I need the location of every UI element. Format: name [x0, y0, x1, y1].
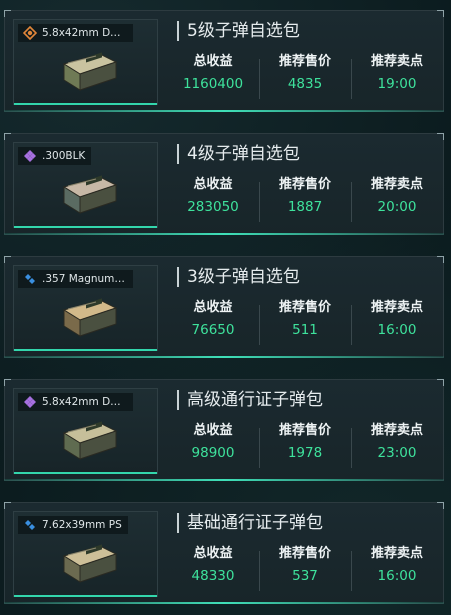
- item-slot[interactable]: 7.62x39mm PS: [13, 511, 158, 597]
- blue-rarity-icon: [23, 272, 37, 286]
- item-name-tag: 5.8x42mm DVC12: [18, 24, 133, 42]
- stat-value: 48330: [191, 568, 235, 584]
- total-revenue-stat: 总收益 1160400: [167, 51, 259, 93]
- stat-value: 1160400: [182, 76, 244, 92]
- stat-value: 511: [292, 322, 318, 338]
- item-name: 5.8x42mm DVC12: [42, 27, 133, 39]
- recommended-price-stat: 推荐售价 511: [259, 297, 351, 339]
- ammo-box-icon: [62, 421, 118, 460]
- stat-label: 推荐售价: [278, 423, 331, 438]
- stats-row: 总收益 1160400 推荐售价 4835 推荐卖点 19:00: [167, 51, 443, 107]
- total-revenue-stat: 总收益 76650: [167, 297, 259, 339]
- item-slot[interactable]: 5.8x42mm DVC12: [13, 19, 158, 105]
- item-name-tag: 7.62x39mm PS: [18, 516, 128, 534]
- total-revenue-stat: 总收益 283050: [167, 174, 259, 216]
- ammo-box-icon: [62, 52, 118, 91]
- corner-decoration: [437, 10, 444, 17]
- stats-row: 总收益 48330 推荐售价 537 推荐卖点 16:00: [167, 543, 443, 599]
- stats-row: 总收益 283050 推荐售价 1887 推荐卖点 20:00: [167, 174, 443, 230]
- stat-value: 98900: [191, 445, 235, 461]
- item-slot[interactable]: .300BLK: [13, 142, 158, 228]
- stat-value: 16:00: [377, 322, 417, 338]
- purple-rarity-icon: [23, 149, 37, 163]
- corner-decoration: [4, 133, 11, 140]
- item-name-tag: 5.8x42mm DBP10: [18, 393, 133, 411]
- recommended-sell-time-stat: 推荐卖点 23:00: [351, 420, 443, 462]
- stat-value: 19:00: [377, 76, 417, 92]
- stat-label: 推荐卖点: [370, 423, 423, 438]
- recommended-sell-time-stat: 推荐卖点 19:00: [351, 51, 443, 93]
- stat-label: 总收益: [193, 546, 233, 561]
- pack-card[interactable]: 5.8x42mm DVC12 5级子弹自选包 总收益 1160400 推荐售价 …: [4, 10, 444, 112]
- ammo-box-icon: [62, 544, 118, 583]
- stats-row: 总收益 76650 推荐售价 511 推荐卖点 16:00: [167, 297, 443, 353]
- stat-label: 推荐售价: [278, 546, 331, 561]
- orange-rarity-icon: [22, 25, 38, 41]
- stat-label: 推荐卖点: [370, 300, 423, 315]
- item-name: 7.62x39mm PS: [42, 519, 122, 531]
- stat-label: 总收益: [193, 300, 233, 315]
- stat-label: 推荐售价: [278, 177, 331, 192]
- item-name: 5.8x42mm DBP10: [42, 396, 133, 408]
- corner-decoration: [437, 133, 444, 140]
- stat-value: 1978: [287, 445, 323, 461]
- corner-decoration: [4, 379, 11, 386]
- pack-title: 5级子弹自选包: [177, 21, 300, 41]
- stat-value: 23:00: [377, 445, 417, 461]
- stat-value: 4835: [287, 76, 323, 92]
- stat-value: 1887: [287, 199, 323, 215]
- stat-label: 推荐卖点: [370, 177, 423, 192]
- pack-card[interactable]: .300BLK 4级子弹自选包 总收益 283050 推荐售价 1887 推荐卖…: [4, 133, 444, 235]
- corner-decoration: [4, 502, 11, 509]
- pack-card[interactable]: 7.62x39mm PS 基础通行证子弹包 总收益 48330 推荐售价 537: [4, 502, 444, 604]
- recommended-price-stat: 推荐售价 4835: [259, 51, 351, 93]
- stat-value: 537: [292, 568, 318, 584]
- pack-title: 4级子弹自选包: [177, 144, 300, 164]
- corner-decoration: [4, 10, 11, 17]
- pack-card[interactable]: .357 Magnum J... 3级子弹自选包 总收益 76650 推荐售价 …: [4, 256, 444, 358]
- corner-decoration: [437, 379, 444, 386]
- recommended-price-stat: 推荐售价 1978: [259, 420, 351, 462]
- stat-label: 推荐卖点: [370, 54, 423, 69]
- ammo-box-icon: [62, 298, 118, 337]
- recommended-price-stat: 推荐售价 1887: [259, 174, 351, 216]
- item-name-tag: .300BLK: [18, 147, 92, 165]
- purple-rarity-icon: [23, 395, 37, 409]
- pack-title: 高级通行证子弹包: [177, 390, 323, 410]
- recommended-sell-time-stat: 推荐卖点 16:00: [351, 543, 443, 585]
- pack-title: 基础通行证子弹包: [177, 513, 323, 533]
- stat-label: 推荐售价: [278, 54, 331, 69]
- blue-rarity-icon: [23, 518, 37, 532]
- item-slot[interactable]: 5.8x42mm DBP10: [13, 388, 158, 474]
- stat-value: 16:00: [377, 568, 417, 584]
- recommended-sell-time-stat: 推荐卖点 20:00: [351, 174, 443, 216]
- total-revenue-stat: 总收益 48330: [167, 543, 259, 585]
- pack-card[interactable]: 5.8x42mm DBP10 高级通行证子弹包 总收益 98900 推荐售价 1…: [4, 379, 444, 481]
- stats-row: 总收益 98900 推荐售价 1978 推荐卖点 23:00: [167, 420, 443, 476]
- stat-label: 总收益: [193, 423, 233, 438]
- corner-decoration: [4, 256, 11, 263]
- corner-decoration: [437, 502, 444, 509]
- pack-title: 3级子弹自选包: [177, 267, 300, 287]
- item-name: .357 Magnum J...: [42, 273, 131, 285]
- stat-value: 76650: [191, 322, 235, 338]
- item-slot[interactable]: .357 Magnum J...: [13, 265, 158, 351]
- stat-value: 283050: [187, 199, 239, 215]
- stat-label: 总收益: [193, 177, 233, 192]
- stat-label: 推荐卖点: [370, 546, 423, 561]
- stat-label: 推荐售价: [278, 300, 331, 315]
- stat-label: 总收益: [193, 54, 233, 69]
- stat-value: 20:00: [377, 199, 417, 215]
- ammo-box-icon: [62, 175, 118, 214]
- recommended-sell-time-stat: 推荐卖点 16:00: [351, 297, 443, 339]
- item-name: .300BLK: [42, 150, 86, 162]
- corner-decoration: [437, 256, 444, 263]
- total-revenue-stat: 总收益 98900: [167, 420, 259, 462]
- item-name-tag: .357 Magnum J...: [18, 270, 133, 288]
- recommended-price-stat: 推荐售价 537: [259, 543, 351, 585]
